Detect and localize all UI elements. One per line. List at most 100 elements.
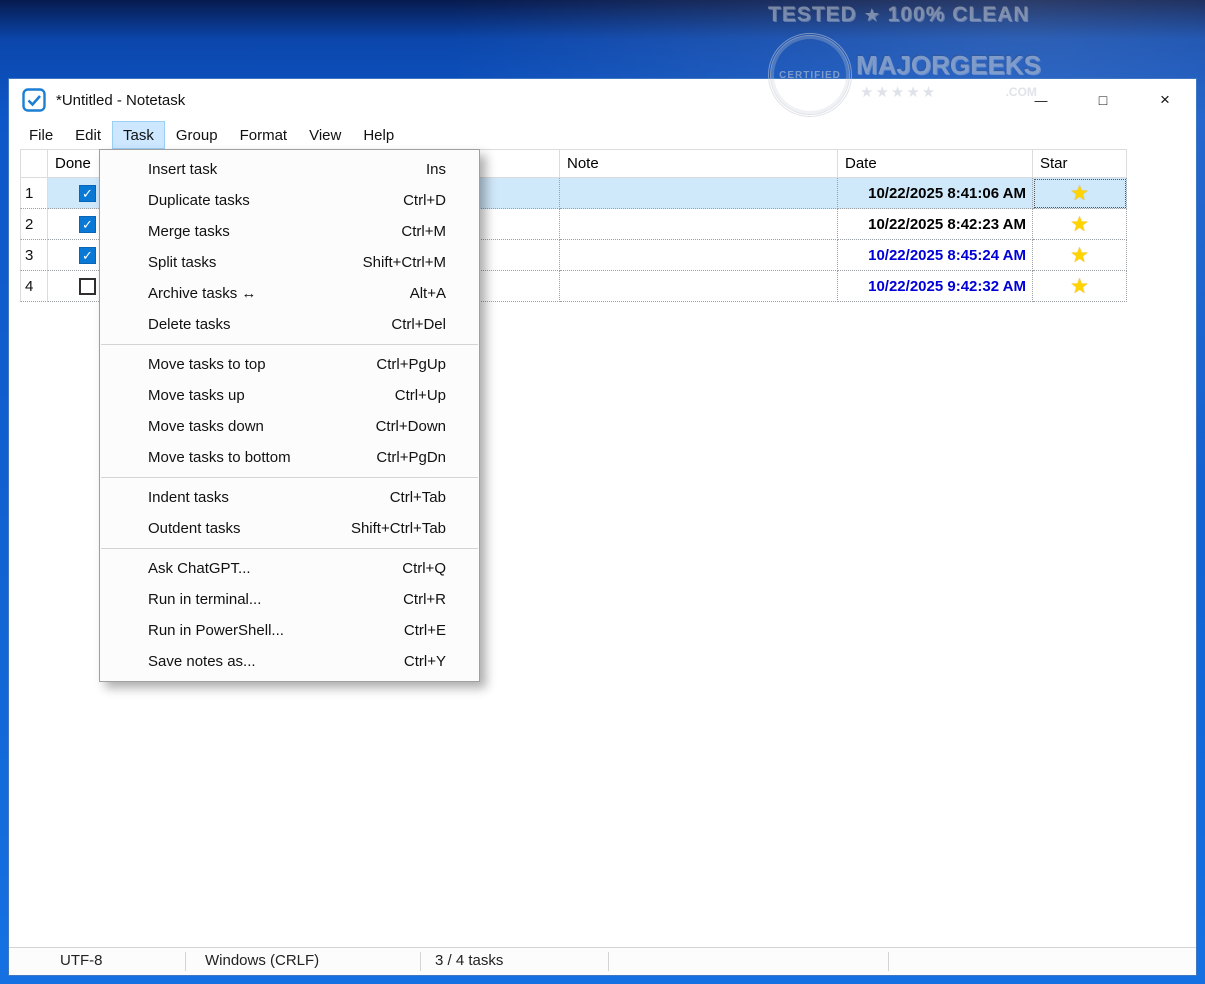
menu-item-shortcut: Ctrl+D	[403, 192, 446, 209]
menubar-item-group[interactable]: Group	[165, 121, 229, 149]
star-cell[interactable]: ★	[1033, 178, 1127, 209]
menu-item-archive-tasks[interactable]: Archive tasks ↔Alt+A	[100, 278, 479, 309]
menu-item-label: Run in PowerShell...	[148, 622, 284, 639]
date-cell[interactable]: 10/22/2025 9:42:32 AM	[838, 271, 1033, 302]
note-cell[interactable]	[560, 209, 838, 240]
menubar-item-format[interactable]: Format	[229, 121, 299, 149]
menu-item-run-in-powershell[interactable]: Run in PowerShell... Ctrl+E	[100, 615, 479, 646]
row-number: 2	[20, 209, 48, 240]
close-icon: ×	[1160, 90, 1170, 110]
menu-item-shortcut: Ctrl+PgUp	[376, 356, 446, 373]
menu-item-shortcut: Ctrl+Down	[376, 418, 446, 435]
statusbar: UTF-8 Windows (CRLF) 3 / 4 tasks	[9, 947, 1196, 975]
star-icon: ★	[1070, 245, 1089, 266]
menu-item-insert-task[interactable]: Insert task Ins	[100, 154, 479, 185]
menu-item-shortcut: Ctrl+Up	[395, 387, 446, 404]
header-date[interactable]: Date	[838, 149, 1033, 178]
menu-item-label: Save notes as...	[148, 653, 256, 670]
menu-item-outdent-tasks[interactable]: Outdent tasks Shift+Ctrl+Tab	[100, 513, 479, 544]
menu-item-shortcut: Ctrl+M	[401, 223, 446, 240]
star-cell[interactable]: ★	[1033, 240, 1127, 271]
menu-item-shortcut: Ins	[426, 161, 446, 178]
menu-item-run-in-terminal[interactable]: Run in terminal...Ctrl+R	[100, 584, 479, 615]
star-cell[interactable]: ★	[1033, 271, 1127, 302]
star-icon: ★	[1070, 183, 1089, 204]
menubar-item-view[interactable]: View	[298, 121, 352, 149]
menu-separator	[101, 548, 478, 549]
menu-item-duplicate-tasks[interactable]: Duplicate tasksCtrl+D	[100, 185, 479, 216]
star-cell[interactable]: ★	[1033, 209, 1127, 240]
menu-item-label: Move tasks down	[148, 418, 264, 435]
menubar-item-edit[interactable]: Edit	[64, 121, 112, 149]
menu-item-shortcut: Shift+Ctrl+M	[363, 254, 446, 271]
menu-item-label: Ask ChatGPT...	[148, 560, 251, 577]
menu-item-label: Move tasks to bottom	[148, 449, 291, 466]
menu-item-delete-tasks[interactable]: Delete tasksCtrl+Del	[100, 309, 479, 340]
close-button[interactable]: ×	[1134, 79, 1196, 121]
menu-item-label: Merge tasks	[148, 223, 230, 240]
status-line-ending: Windows (CRLF)	[205, 948, 319, 974]
menu-item-shortcut: Ctrl+R	[403, 591, 446, 608]
header-note[interactable]: Note	[560, 149, 838, 178]
note-cell[interactable]	[560, 271, 838, 302]
menu-item-split-tasks[interactable]: Split tasks Shift+Ctrl+M	[100, 247, 479, 278]
check-icon: ✓	[82, 187, 93, 200]
menu-item-label: Move tasks to top	[148, 356, 266, 373]
menubar: File Edit Task Group Format View Help	[9, 121, 1196, 149]
watermark-tested-text: TESTED	[768, 3, 857, 26]
menu-item-merge-tasks[interactable]: Merge tasks Ctrl+M	[100, 216, 479, 247]
watermark-clean-text: 100% CLEAN	[888, 3, 1030, 26]
menu-item-label: Indent tasks	[148, 489, 229, 506]
menu-item-indent-tasks[interactable]: Indent tasksCtrl+Tab	[100, 482, 479, 513]
checkbox-checked[interactable]: ✓	[79, 185, 96, 202]
check-icon: ✓	[82, 249, 93, 262]
menu-item-move-tasks-up[interactable]: Move tasks up Ctrl+Up	[100, 380, 479, 411]
statusbar-divider	[185, 952, 186, 971]
menu-item-label: Outdent tasks	[148, 520, 241, 537]
statusbar-divider	[420, 952, 421, 971]
date-cell[interactable]: 10/22/2025 8:42:23 AM	[838, 209, 1033, 240]
menu-item-label: Insert task	[148, 161, 217, 178]
menu-item-shortcut: Ctrl+PgDn	[376, 449, 446, 466]
menu-item-move-tasks-to-top[interactable]: Move tasks to top Ctrl+PgUp	[100, 349, 479, 380]
checkbox-checked[interactable]: ✓	[79, 216, 96, 233]
maximize-button[interactable]: □	[1072, 79, 1134, 121]
checkbox-checked[interactable]: ✓	[79, 247, 96, 264]
task-menu-popup: Insert task Ins Duplicate tasksCtrl+D Mer…	[99, 149, 480, 682]
menu-item-shortcut: Ctrl+Y	[404, 653, 446, 670]
menu-item-label: Move tasks up	[148, 387, 245, 404]
date-cell[interactable]: 10/22/2025 8:41:06 AM	[838, 178, 1033, 209]
status-encoding: UTF-8	[60, 948, 103, 974]
minimize-icon: —	[1035, 93, 1048, 108]
star-icon: ★	[1070, 214, 1089, 235]
minimize-button[interactable]: —	[1010, 79, 1072, 121]
date-cell[interactable]: 10/22/2025 8:45:24 AM	[838, 240, 1033, 271]
watermark-tested-line: TESTED ★ 100% CLEAN	[768, 3, 1028, 27]
star-icon: ★	[1070, 276, 1089, 297]
checkbox-unchecked[interactable]	[79, 278, 96, 295]
header-star[interactable]: Star	[1033, 149, 1127, 178]
menubar-item-help[interactable]: Help	[352, 121, 405, 149]
menu-item-save-notes-as[interactable]: Save notes as... Ctrl+Y	[100, 646, 479, 677]
menu-item-move-tasks-to-bottom[interactable]: Move tasks to bottom Ctrl+PgDn	[100, 442, 479, 473]
menu-item-label: Delete tasks	[148, 316, 231, 333]
menu-item-ask-chatgpt[interactable]: Ask ChatGPT...Ctrl+Q	[100, 553, 479, 584]
menu-item-shortcut: Alt+A	[410, 285, 446, 302]
check-icon: ✓	[82, 218, 93, 231]
row-number: 3	[20, 240, 48, 271]
menu-item-shortcut: Shift+Ctrl+Tab	[351, 520, 446, 537]
menubar-item-file[interactable]: File	[18, 121, 64, 149]
window-controls: — □ ×	[1010, 79, 1196, 121]
menu-item-move-tasks-down[interactable]: Move tasks down Ctrl+Down	[100, 411, 479, 442]
notetask-window: *Untitled - Notetask — □ × File Edit Tas…	[8, 78, 1197, 976]
watermark-brand: MAJORGEEKS	[856, 50, 1041, 81]
note-cell[interactable]	[560, 240, 838, 271]
menu-item-label: Split tasks	[148, 254, 216, 271]
menu-item-shortcut: Ctrl+E	[404, 622, 446, 639]
statusbar-divider	[888, 952, 889, 971]
titlebar: *Untitled - Notetask — □ ×	[9, 79, 1196, 121]
header-rownum	[20, 149, 48, 178]
note-cell[interactable]	[560, 178, 838, 209]
window-title: *Untitled - Notetask	[56, 92, 185, 109]
menubar-item-task[interactable]: Task	[112, 121, 165, 149]
